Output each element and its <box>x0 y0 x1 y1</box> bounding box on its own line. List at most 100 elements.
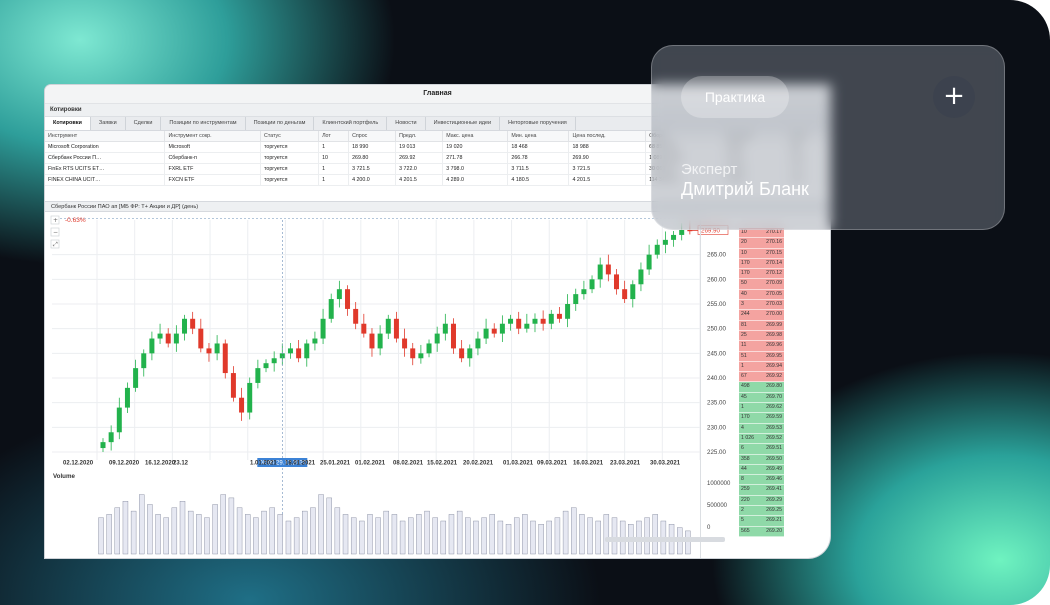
table-cell: 4 180.5 <box>507 174 570 186</box>
tab-0[interactable]: Котировки <box>45 117 91 130</box>
orderbook-row[interactable]: 51 269.95 <box>739 351 784 362</box>
volume-bar <box>456 510 463 555</box>
orderbook-row[interactable]: 6 269.51 <box>739 444 784 455</box>
zoom-icon: ⤢ <box>53 241 58 248</box>
orderbook-row[interactable]: 220 269.29 <box>739 495 784 507</box>
volume-bar <box>245 514 251 555</box>
orderbook-row[interactable]: 259 269.41 <box>739 485 784 496</box>
volume-bar <box>391 514 398 555</box>
tab-2[interactable]: Сделки <box>126 117 162 130</box>
horizontal-scrollbar[interactable] <box>605 537 725 542</box>
candle-body <box>687 230 693 232</box>
orderbook-row[interactable]: 3 270.03 <box>739 300 784 311</box>
orderbook-price: 269.96 <box>766 342 782 349</box>
volume-bar <box>440 520 447 555</box>
orderbook-row[interactable]: 1 269.94 <box>739 361 784 373</box>
expert-name: Дмитрий Бланк <box>681 179 809 199</box>
table-cell: торгуется <box>260 141 320 153</box>
volume-bar <box>98 517 104 555</box>
tab-7[interactable]: Инвестиционные идеи <box>426 117 501 130</box>
orderbook-price: 269.53 <box>766 424 782 431</box>
orderbook-row[interactable]: 1 269.62 <box>739 403 784 414</box>
orderbook-volume: 220 <box>741 496 750 503</box>
tab-3[interactable]: Позиции по инструментам <box>161 117 246 130</box>
orderbook-price: 269.29 <box>766 496 782 503</box>
volume-bar <box>522 514 528 555</box>
practice-button[interactable]: Практика <box>681 76 789 118</box>
table-cell: 1 <box>318 163 350 175</box>
tab-4[interactable]: Позиции по деньгам <box>246 117 315 130</box>
column-header[interactable]: Макс. цена <box>442 131 509 142</box>
volume-bar <box>432 517 438 555</box>
orderbook-row[interactable]: 5 269.21 <box>739 516 784 527</box>
volume-bar <box>334 507 341 555</box>
orderbook-row[interactable]: 67 269.92 <box>739 372 784 383</box>
table-cell: Сбербанк-п <box>164 152 262 164</box>
price-chart[interactable]: 265.00 260.00 255.00 250.00 245.00 240.00 235.… <box>45 212 740 558</box>
column-header[interactable]: Предл. <box>395 131 444 142</box>
column-header[interactable]: Лот <box>318 131 350 142</box>
table-cell: 269.92 <box>395 152 444 164</box>
volume-bar <box>513 517 520 555</box>
orderbook-row[interactable]: 170 270.12 <box>739 269 784 280</box>
orderbook-row[interactable]: 11 269.96 <box>739 341 784 352</box>
orderbook-volume: 358 <box>741 455 750 462</box>
candle-body <box>255 368 261 383</box>
orderbook-row[interactable]: 25 269.98 <box>739 330 784 342</box>
column-header[interactable]: Статус <box>260 131 320 142</box>
orderbook-price: 269.21 <box>766 517 782 524</box>
orderbook-row[interactable]: 45 269.70 <box>739 392 784 404</box>
candle-body <box>483 328 489 339</box>
orderbook-volume: 498 <box>741 383 750 390</box>
order-book[interactable]: 10 270.17 20 270.16 10 270.15 170 270.14 170 270.… <box>739 228 784 538</box>
column-header[interactable]: Цена послед. <box>568 131 647 142</box>
candle-body <box>312 338 318 344</box>
candle-body <box>108 432 114 443</box>
volume-bar <box>489 514 495 555</box>
orderbook-row[interactable]: 565 269.20 <box>739 526 784 537</box>
table-cell: 269.80 <box>348 152 397 164</box>
tab-5[interactable]: Клиентский портфель <box>314 117 388 130</box>
volume-bar <box>416 514 422 555</box>
candlestick-chart[interactable]: 265.00 260.00 255.00 250.00 245.00 240.00 235.… <box>45 212 740 558</box>
orderbook-row[interactable]: 4 269.53 <box>739 423 784 434</box>
candle-body <box>353 308 359 324</box>
table-cell: 4 201.5 <box>568 174 647 186</box>
column-header[interactable]: Мин. цена <box>507 131 570 142</box>
orderbook-row[interactable]: 358 269.50 <box>739 454 784 465</box>
table-cell: торгуется <box>260 152 320 164</box>
candle-body <box>630 284 636 300</box>
tab-8[interactable]: Неторговые поручения <box>500 117 576 130</box>
orderbook-row[interactable]: 1 026 269.52 <box>739 433 784 445</box>
orderbook-row[interactable]: 40 270.05 <box>739 289 784 301</box>
orderbook-row[interactable]: 44 269.49 <box>739 464 784 476</box>
orderbook-row[interactable]: 170 270.14 <box>739 258 784 270</box>
orderbook-row[interactable]: 170 269.59 <box>739 413 784 424</box>
candle-body <box>214 343 220 354</box>
table-cell: 266.78 <box>507 152 570 164</box>
tab-1[interactable]: Заявки <box>91 117 126 130</box>
add-button[interactable]: + <box>933 76 975 118</box>
orderbook-row[interactable]: 8 269.46 <box>739 475 784 486</box>
volume-bar <box>359 520 365 555</box>
orderbook-row[interactable]: 2 269.25 <box>739 506 784 517</box>
orderbook-row[interactable]: 244 270.00 <box>739 310 784 321</box>
orderbook-row[interactable]: 81 269.99 <box>739 320 784 331</box>
orderbook-volume: 2 <box>741 507 744 514</box>
orderbook-row[interactable]: 10 270.15 <box>739 248 784 259</box>
volume-bar <box>481 517 487 555</box>
column-header[interactable]: Инструмент сокр. <box>164 131 262 142</box>
candle-body <box>149 338 155 354</box>
orderbook-row[interactable]: 20 270.16 <box>739 238 784 249</box>
volume-bar <box>505 524 512 555</box>
orderbook-row[interactable]: 50 270.09 <box>739 279 784 290</box>
orderbook-price: 269.92 <box>766 373 782 380</box>
column-header[interactable]: Инструмент <box>45 131 166 142</box>
table-cell: торгуется <box>260 163 320 175</box>
candle-body <box>679 230 685 235</box>
tab-6[interactable]: Новости <box>387 117 426 130</box>
orderbook-row[interactable]: 498 269.80 <box>739 382 784 393</box>
orderbook-volume: 1 <box>741 404 744 411</box>
candle-body <box>589 279 595 290</box>
column-header[interactable]: Спрос <box>348 131 397 142</box>
